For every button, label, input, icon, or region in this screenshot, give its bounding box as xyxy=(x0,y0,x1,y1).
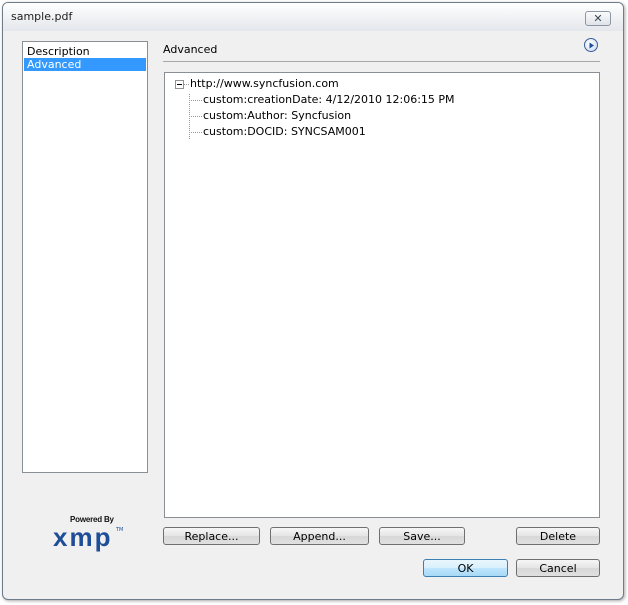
tree-connector xyxy=(189,116,202,117)
category-item-description[interactable]: Description xyxy=(24,45,146,58)
xmp-wordmark: xmp xyxy=(53,522,113,552)
save-button[interactable]: Save... xyxy=(379,527,465,545)
trademark-text: TM xyxy=(116,527,124,533)
tree-connector xyxy=(189,100,202,101)
panel-divider xyxy=(163,61,600,62)
close-icon: ✕ xyxy=(593,12,603,25)
dialog-window: sample.pdf ✕ Description Advanced Advanc… xyxy=(2,2,624,600)
tree-node-label[interactable]: custom:Author: Syncfusion xyxy=(203,109,351,122)
tree-node-label[interactable]: http://www.syncfusion.com xyxy=(190,77,339,90)
tree-connector xyxy=(184,84,189,85)
xmp-logo: Powered By xmp TM xyxy=(53,515,123,551)
close-button[interactable]: ✕ xyxy=(585,11,611,26)
tree-node-label[interactable]: custom:creationDate: 4/12/2010 12:06:15 … xyxy=(203,93,455,106)
window-title: sample.pdf xyxy=(11,10,73,23)
replace-button[interactable]: Replace... xyxy=(163,527,260,545)
append-button[interactable]: Append... xyxy=(270,527,369,545)
category-list[interactable]: Description Advanced xyxy=(22,41,148,473)
delete-button[interactable]: Delete xyxy=(516,527,600,545)
category-item-advanced[interactable]: Advanced xyxy=(24,58,146,71)
title-bar: sample.pdf ✕ xyxy=(3,3,623,31)
collapse-minus-icon[interactable] xyxy=(175,80,184,89)
tree-node-label[interactable]: custom:DOCID: SYNCSAM001 xyxy=(203,125,366,138)
panel-menu-button[interactable] xyxy=(584,38,598,52)
tree-connector xyxy=(189,132,202,133)
arrow-right-circle-icon xyxy=(589,42,594,49)
metadata-tree[interactable]: http://www.syncfusion.com custom:creatio… xyxy=(164,72,600,518)
panel-title: Advanced xyxy=(163,43,218,56)
cancel-button[interactable]: Cancel xyxy=(516,559,600,577)
ok-button[interactable]: OK xyxy=(423,559,508,577)
